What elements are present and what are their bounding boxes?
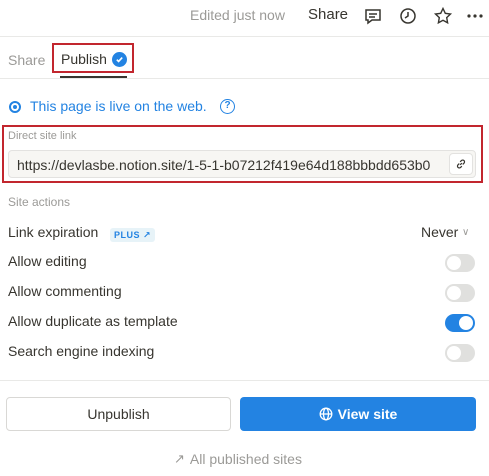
check-badge-icon: [112, 52, 127, 67]
search-indexing-label: Search engine indexing: [8, 343, 155, 359]
live-status-text: This page is live on the web.: [30, 98, 207, 114]
direct-link-label: Direct site link: [8, 130, 77, 142]
unpublish-label: Unpublish: [87, 406, 150, 422]
copy-link-button[interactable]: [449, 153, 473, 175]
share-button[interactable]: Share: [308, 6, 348, 23]
tab-share[interactable]: Share: [8, 52, 45, 68]
help-icon[interactable]: ?: [220, 99, 235, 114]
link-expiration-label: Link expiration: [8, 224, 99, 240]
all-published-sites-label: All published sites: [189, 451, 302, 467]
more-icon[interactable]: [464, 5, 486, 27]
arrow-up-right-icon: ↗: [174, 451, 185, 466]
edited-status: Edited just now: [190, 7, 285, 23]
live-indicator-icon: [9, 101, 21, 113]
comment-icon[interactable]: [362, 5, 384, 27]
direct-link-url[interactable]: https://devlasbe.notion.site/1-5-1-b0721…: [17, 157, 453, 173]
view-site-label: View site: [337, 406, 398, 422]
tabs-divider: [0, 78, 489, 79]
view-site-button[interactable]: View site: [240, 397, 476, 431]
allow-editing-label: Allow editing: [8, 253, 87, 269]
plus-badge[interactable]: PLUS ↗: [110, 228, 156, 242]
search-indexing-toggle[interactable]: [445, 344, 475, 362]
globe-icon: [319, 407, 333, 421]
all-published-sites-link[interactable]: ↗ All published sites: [174, 451, 302, 467]
allow-editing-toggle[interactable]: [445, 254, 475, 272]
actions-divider: [0, 380, 489, 381]
unpublish-button[interactable]: Unpublish: [6, 397, 231, 431]
tab-publish[interactable]: Publish: [61, 51, 107, 67]
topbar-divider: [0, 36, 489, 37]
clock-icon[interactable]: [397, 5, 419, 27]
star-icon[interactable]: [432, 5, 454, 27]
topbar: Edited just now Share: [0, 0, 489, 32]
link-icon: [456, 159, 466, 169]
chevron-down-icon[interactable]: ∨: [462, 227, 469, 238]
allow-commenting-label: Allow commenting: [8, 283, 122, 299]
allow-duplicate-label: Allow duplicate as template: [8, 313, 178, 329]
allow-duplicate-toggle[interactable]: [445, 314, 475, 332]
site-actions-heading: Site actions: [8, 195, 71, 209]
link-expiration-select[interactable]: Never: [421, 224, 458, 240]
direct-link-field[interactable]: https://devlasbe.notion.site/1-5-1-b0721…: [8, 150, 476, 178]
allow-commenting-toggle[interactable]: [445, 284, 475, 302]
